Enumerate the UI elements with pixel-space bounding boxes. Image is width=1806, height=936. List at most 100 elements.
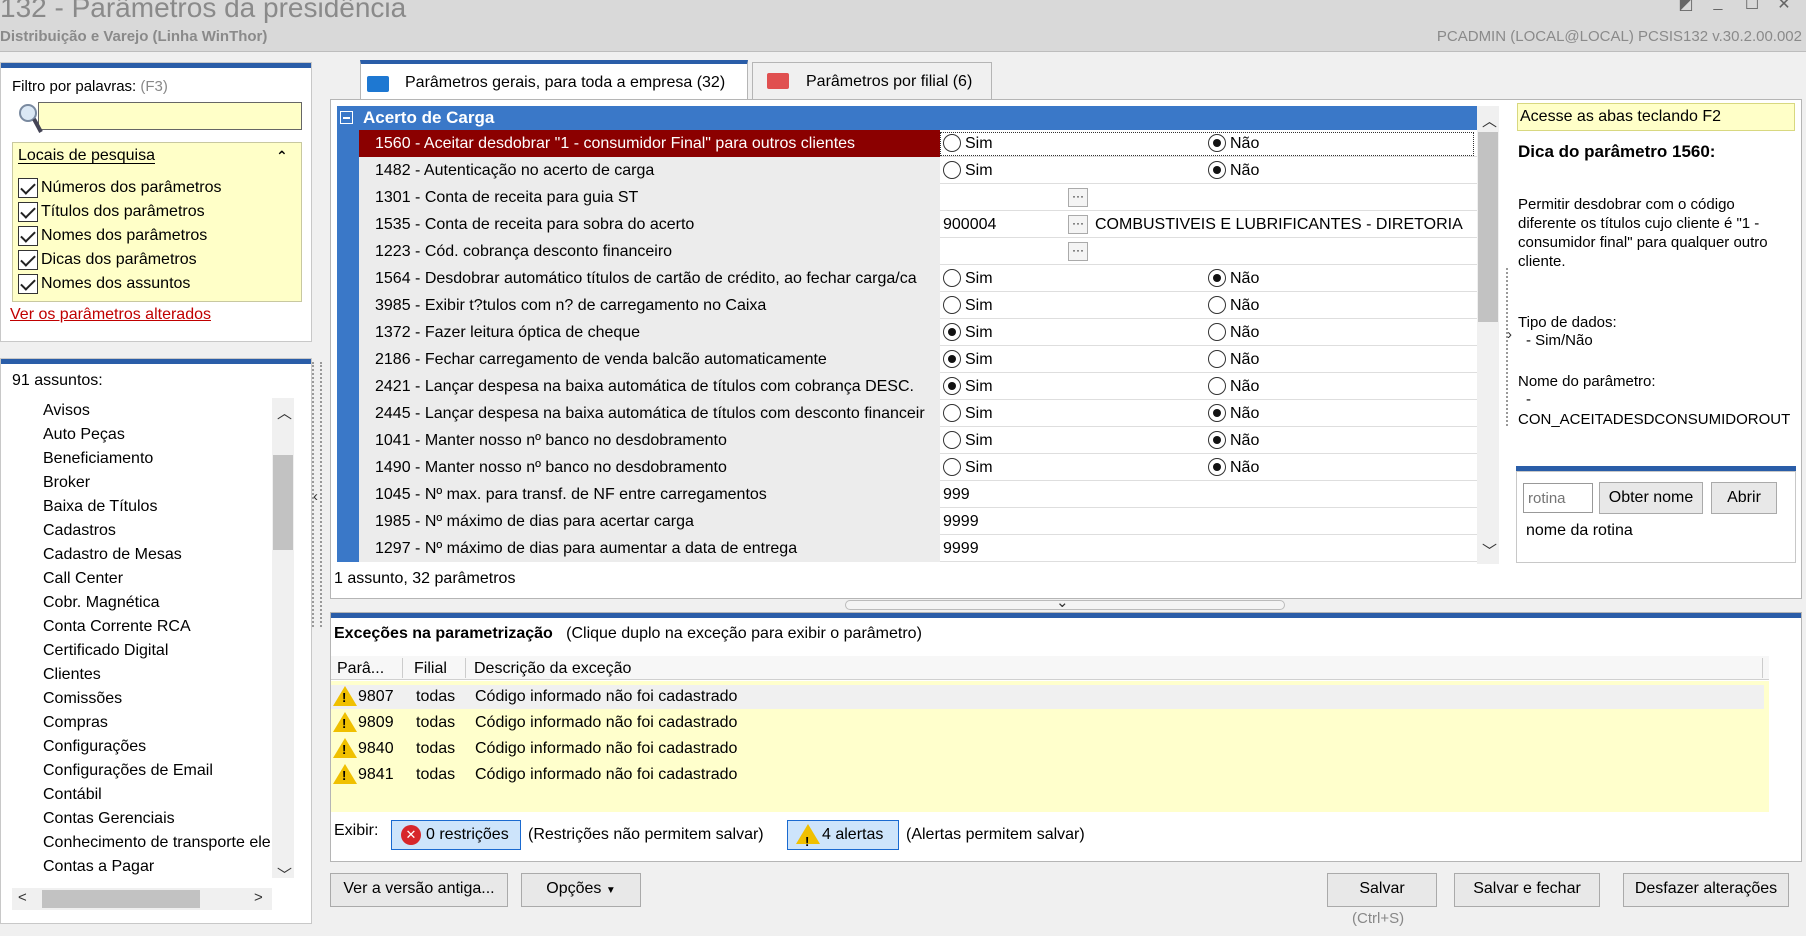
maximize-icon[interactable]: ☐ xyxy=(1740,0,1764,13)
tab-general-params[interactable]: Parâmetros gerais, para toda a empresa (… xyxy=(360,60,748,100)
subject-item[interactable]: Auto Peças xyxy=(43,426,273,444)
col-filial[interactable]: Filial xyxy=(414,660,447,678)
subject-item[interactable]: Contábil xyxy=(43,786,273,804)
search-input[interactable] xyxy=(38,102,302,130)
param-row[interactable]: 2421 - Lançar despesa na baixa automátic… xyxy=(337,373,1477,400)
radio-no[interactable] xyxy=(1208,350,1226,368)
exception-filial[interactable]: todas xyxy=(416,740,455,758)
exception-desc[interactable]: Código informado não foi cadastrado xyxy=(475,714,737,732)
param-row[interactable]: 1372 - Fazer leitura óptica de cheque Sim… xyxy=(337,319,1477,346)
param-row[interactable]: 1223 - Cód. cobrança desconto financeiro… xyxy=(337,238,1477,265)
checkbox-nomes[interactable] xyxy=(18,226,38,246)
checkbox-titulos[interactable] xyxy=(18,202,38,222)
scroll-right-icon[interactable]: > xyxy=(254,889,263,906)
exception-filial[interactable]: todas xyxy=(416,688,455,706)
radio-yes[interactable] xyxy=(943,404,961,422)
param-row[interactable]: 1564 - Desdobrar automático títulos de c… xyxy=(337,265,1477,292)
radio-yes[interactable] xyxy=(943,296,961,314)
subject-item[interactable]: Baixa de Títulos xyxy=(43,498,273,516)
scroll-down-icon[interactable]: ﹀ xyxy=(1482,540,1497,561)
subject-item[interactable]: Contas a Pagar xyxy=(43,858,273,876)
get-name-button[interactable]: Obter nome xyxy=(1599,482,1703,514)
close-icon[interactable]: ✕ xyxy=(1772,0,1796,13)
minimize-icon[interactable]: _ xyxy=(1706,0,1730,11)
radio-no[interactable] xyxy=(1208,377,1226,395)
open-button[interactable]: Abrir xyxy=(1711,482,1777,514)
scroll-left-icon[interactable]: < xyxy=(18,889,27,906)
expand-right-icon[interactable]: › xyxy=(1507,326,1512,343)
param-name[interactable]: 1301 - Conta de receita para guia ST xyxy=(359,184,940,211)
radio-yes[interactable] xyxy=(943,323,961,341)
radio-no[interactable] xyxy=(1208,161,1226,179)
subject-item[interactable]: Cadastros xyxy=(43,522,273,540)
old-version-button[interactable]: Ver a versão antiga... xyxy=(330,873,508,907)
param-name[interactable]: 1564 - Desdobrar automático títulos de c… xyxy=(359,265,940,292)
subject-item[interactable]: Conta Corrente RCA xyxy=(43,618,273,636)
subject-item[interactable]: Configurações xyxy=(43,738,273,756)
col-param[interactable]: Parâ... xyxy=(337,660,384,678)
scroll-up-icon[interactable]: ︿ xyxy=(1482,110,1497,131)
exception-filial[interactable]: todas xyxy=(416,714,455,732)
radio-no[interactable] xyxy=(1208,323,1226,341)
param-name[interactable]: 3985 - Exibir t?tulos com n? de carregam… xyxy=(359,292,940,319)
subject-item[interactable]: Contas Gerenciais xyxy=(43,810,273,828)
scroll-down-icon[interactable]: ﹀ xyxy=(277,864,292,885)
radio-no[interactable] xyxy=(1208,458,1226,476)
param-value[interactable]: 9999 xyxy=(943,513,979,531)
tab-branch-params[interactable]: Parâmetros por filial (6) xyxy=(752,62,992,99)
radio-no[interactable] xyxy=(1208,431,1226,449)
col-description[interactable]: Descrição da exceção xyxy=(474,660,631,678)
param-row[interactable]: 3985 - Exibir t?tulos com n? de carregam… xyxy=(337,292,1477,319)
subject-item[interactable]: Clientes xyxy=(43,666,273,684)
param-name[interactable]: 1535 - Conta de receita para sobra do ac… xyxy=(359,211,940,238)
radio-no[interactable] xyxy=(1208,404,1226,422)
param-name[interactable]: 1482 - Autenticação no acerto de carga xyxy=(359,157,940,184)
param-value[interactable]: 999 xyxy=(943,486,970,504)
collapse-icon[interactable]: ⌃ xyxy=(276,148,288,165)
lookup-button[interactable]: ··· xyxy=(1068,215,1088,234)
radio-no[interactable] xyxy=(1208,269,1226,287)
param-row[interactable]: 1041 - Manter nosso nº banco no desdobra… xyxy=(337,427,1477,454)
restore-icon[interactable]: ◩ xyxy=(1674,0,1698,13)
undo-changes-button[interactable]: Desfazer alterações xyxy=(1623,873,1789,907)
subject-item[interactable]: Comissões xyxy=(43,690,273,708)
radio-yes[interactable] xyxy=(943,431,961,449)
param-name[interactable]: 1372 - Fazer leitura óptica de cheque xyxy=(359,319,940,346)
checkbox-dicas[interactable] xyxy=(18,250,38,270)
subject-item[interactable]: Avisos xyxy=(43,402,273,420)
radio-yes[interactable] xyxy=(943,269,961,287)
lookup-button[interactable]: ··· xyxy=(1068,188,1088,207)
subject-item[interactable]: Call Center xyxy=(43,570,273,588)
param-row[interactable]: 1301 - Conta de receita para guia ST ··· xyxy=(337,184,1477,211)
param-value[interactable]: 900004 xyxy=(943,216,996,234)
radio-yes[interactable] xyxy=(943,377,961,395)
param-name[interactable]: 1041 - Manter nosso nº banco no desdobra… xyxy=(359,427,940,454)
save-close-button[interactable]: Salvar e fechar xyxy=(1454,873,1600,907)
lookup-button[interactable]: ··· xyxy=(1068,242,1088,261)
param-row[interactable]: 1535 - Conta de receita para sobra do ac… xyxy=(337,211,1477,238)
radio-yes[interactable] xyxy=(943,458,961,476)
param-row[interactable]: 1482 - Autenticação no acerto de carga Si… xyxy=(337,157,1477,184)
subject-item[interactable]: Cobr. Magnética xyxy=(43,594,273,612)
subject-item[interactable]: Conhecimento de transporte ele xyxy=(43,834,273,852)
grid-scroll-thumb[interactable] xyxy=(1478,132,1498,322)
checkbox-assuntos[interactable] xyxy=(18,274,38,294)
exception-param[interactable]: 9840 xyxy=(358,740,394,758)
rotina-input[interactable] xyxy=(1523,483,1593,513)
restrictions-button[interactable]: ✕ 0 restrições xyxy=(391,820,521,850)
exception-param[interactable]: 9807 xyxy=(358,688,394,706)
scroll-up-icon[interactable]: ︿ xyxy=(277,402,292,423)
group-header[interactable]: Acerto de Carga xyxy=(337,106,1477,130)
param-name[interactable]: 1045 - Nº max. para transf. de NF entre … xyxy=(359,481,940,508)
param-value[interactable]: 9999 xyxy=(943,540,979,558)
param-row[interactable]: 2186 - Fechar carregamento de venda balc… xyxy=(337,346,1477,373)
param-name[interactable]: 1985 - Nº máximo de dias para acertar ca… xyxy=(359,508,940,535)
param-name[interactable]: 1223 - Cód. cobrança desconto financeiro xyxy=(359,238,940,265)
param-row[interactable]: 1045 - Nº max. para transf. de NF entre … xyxy=(337,481,1477,508)
exception-desc[interactable]: Código informado não foi cadastrado xyxy=(475,688,737,706)
subject-item[interactable]: Cadastro de Mesas xyxy=(43,546,273,564)
param-row[interactable]: 1490 - Manter nosso nº banco no desdobra… xyxy=(337,454,1477,481)
collapse-group-icon[interactable] xyxy=(340,111,353,124)
param-name[interactable]: 2186 - Fechar carregamento de venda balc… xyxy=(359,346,940,373)
subject-item[interactable]: Beneficiamento xyxy=(43,450,273,468)
